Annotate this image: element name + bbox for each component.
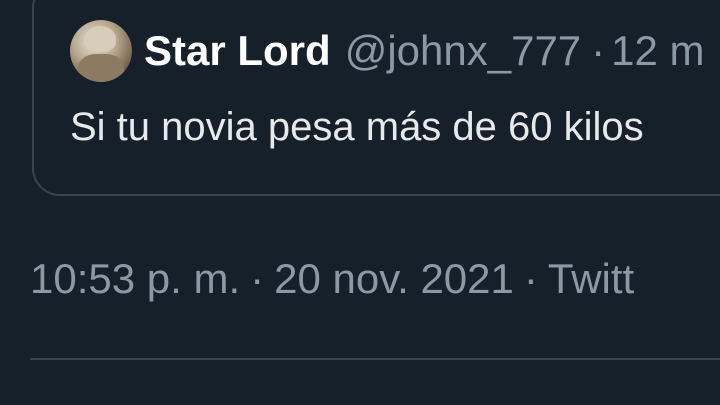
tweet-source[interactable]: Twitt xyxy=(548,255,634,302)
meta-separator: · xyxy=(250,255,265,302)
header-separator: · xyxy=(591,27,606,74)
avatar-hair xyxy=(84,26,116,52)
avatar-body xyxy=(78,54,124,82)
tweet-view: Star Lord @johnx_777 · 12 m Si tu novia pes… xyxy=(0,0,720,405)
divider xyxy=(30,358,720,360)
avatar[interactable] xyxy=(70,20,132,82)
user-handle[interactable]: @johnx_777 xyxy=(345,27,581,74)
time-ago[interactable]: 12 m xyxy=(611,27,704,74)
tweet-time[interactable]: 10:53 p. m. xyxy=(30,255,240,302)
quoted-tweet-text: Si tu novia pesa más de 60 kilos xyxy=(70,105,644,149)
quoted-tweet-header: Star Lord @johnx_777 · 12 m xyxy=(144,24,705,78)
meta-separator: · xyxy=(523,255,538,302)
tweet-date[interactable]: 20 nov. 2021 xyxy=(274,255,514,302)
display-name[interactable]: Star Lord xyxy=(144,27,331,74)
tweet-meta: 10:53 p. m. · 20 nov. 2021 · Twitt xyxy=(30,252,634,306)
